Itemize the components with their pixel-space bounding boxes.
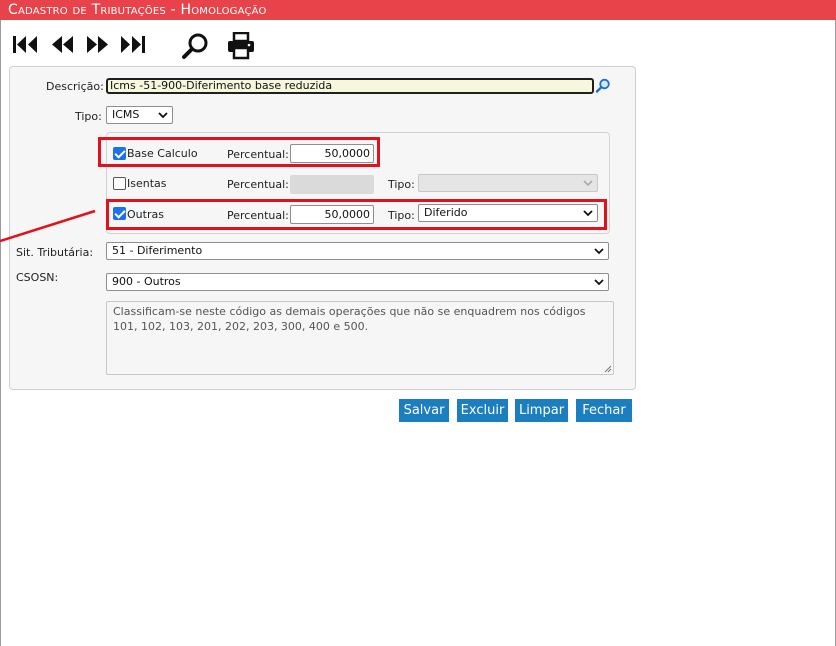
outras-percentual-label: Percentual: xyxy=(227,209,289,222)
outras-label: Outras xyxy=(127,208,164,221)
outras-checkbox[interactable] xyxy=(113,207,126,220)
base-calculo-checkbox[interactable] xyxy=(113,147,126,160)
outras-tipo-label: Tipo: xyxy=(388,209,415,222)
descricao-label: Descrição: xyxy=(46,80,104,93)
observacao-textarea[interactable]: Classificam-se neste código as demais op… xyxy=(106,301,614,375)
base-calculo-percentual-label: Percentual: xyxy=(227,148,289,161)
isentas-tipo-select xyxy=(418,174,598,192)
base-calculo-label: Base Calculo xyxy=(127,147,198,160)
isentas-label: Isentas xyxy=(127,177,167,190)
chevron-down-icon xyxy=(594,248,604,255)
outras-percentual-input[interactable]: 50,0000 xyxy=(290,205,374,224)
csosn-select[interactable]: 900 - Outros xyxy=(106,273,609,291)
base-calculo-percentual-input[interactable]: 50,0000 xyxy=(290,144,374,163)
annotation-arrow-line xyxy=(0,209,96,243)
previous-record-icon[interactable] xyxy=(50,32,78,58)
lookup-search-icon[interactable] xyxy=(595,78,611,94)
descricao-input[interactable]: Icms -51-900-Diferimento base reduzida xyxy=(106,78,594,94)
chevron-down-icon xyxy=(583,210,593,217)
isentas-percentual-label: Percentual: xyxy=(227,178,289,191)
resize-handle-icon[interactable] xyxy=(604,365,612,373)
isentas-tipo-label: Tipo: xyxy=(388,178,415,191)
print-icon[interactable] xyxy=(227,32,255,60)
excluir-button[interactable]: Excluir xyxy=(457,399,508,422)
sit-tributaria-select[interactable]: 51 - Diferimento xyxy=(106,242,609,260)
tipo-select[interactable]: ICMS xyxy=(106,106,173,124)
first-record-icon[interactable] xyxy=(12,32,40,58)
chevron-down-icon xyxy=(158,112,168,119)
csosn-label: CSOSN: xyxy=(16,271,59,284)
outras-tipo-value: Diferido xyxy=(424,206,468,219)
window-title: Cadastro de Tributações - Homologação xyxy=(0,0,836,20)
chevron-down-icon xyxy=(583,180,593,187)
tipo-label: Tipo: xyxy=(75,110,102,123)
isentas-checkbox[interactable] xyxy=(113,177,126,190)
fechar-button[interactable]: Fechar xyxy=(576,399,632,422)
outras-tipo-select[interactable]: Diferido xyxy=(418,204,598,222)
chevron-down-icon xyxy=(594,279,604,286)
sit-tributaria-value: 51 - Diferimento xyxy=(112,244,203,257)
limpar-button[interactable]: Limpar xyxy=(515,399,568,422)
isentas-percentual-input xyxy=(290,175,374,194)
observacao-text: Classificam-se neste código as demais op… xyxy=(113,305,586,333)
last-record-icon[interactable] xyxy=(119,32,147,58)
sit-tributaria-label: Sit. Tributária: xyxy=(16,246,94,259)
tipo-select-value: ICMS xyxy=(112,108,140,121)
csosn-value: 900 - Outros xyxy=(112,275,181,288)
search-icon[interactable] xyxy=(182,32,210,59)
next-record-icon[interactable] xyxy=(85,32,113,58)
salvar-button[interactable]: Salvar xyxy=(399,399,449,422)
